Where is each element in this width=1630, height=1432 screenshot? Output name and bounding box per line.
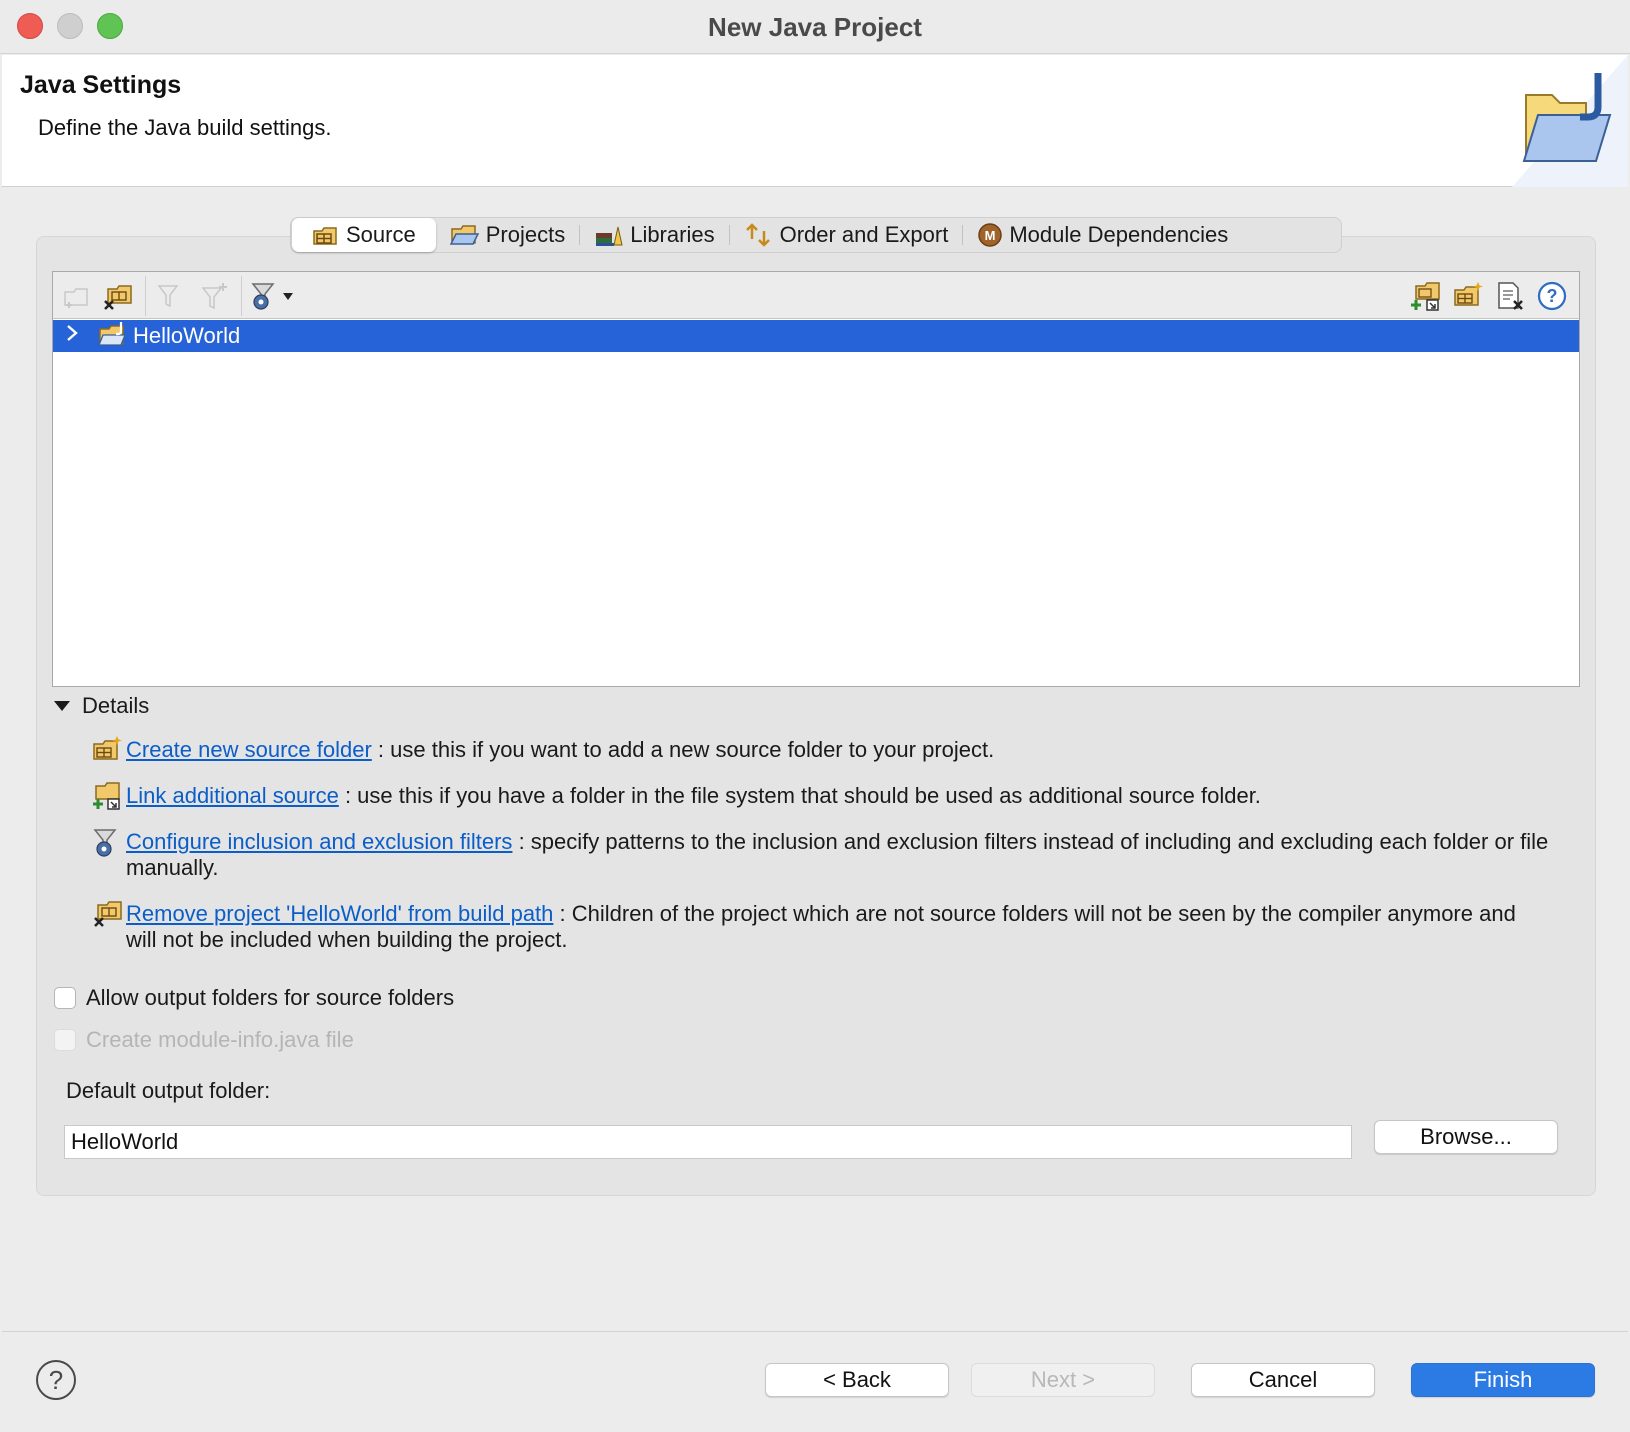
detail-remove-project: Remove project 'HelloWorld' from build p… <box>92 901 1552 953</box>
wizard-banner: Java Settings Define the Java build sett… <box>2 55 1628 187</box>
add-folder-disabled-icon[interactable] <box>59 280 93 312</box>
output-folder-input[interactable] <box>64 1125 1352 1159</box>
create-source-folder-link[interactable]: Create new source folder <box>126 737 372 762</box>
tab-libraries[interactable]: Libraries <box>580 218 728 252</box>
checkbox-box <box>54 1029 76 1051</box>
filter-disabled-icon[interactable] <box>153 280 187 312</box>
detail-text: Create new source folder : use this if y… <box>126 737 1552 769</box>
tab-source[interactable]: Source <box>292 218 436 252</box>
configure-filters-icon <box>92 827 126 881</box>
footer-divider <box>2 1331 1628 1332</box>
details-heading: Details <box>82 693 150 718</box>
tab-label: Projects <box>485 222 566 247</box>
libraries-icon <box>596 226 623 246</box>
tree-item-label: HelloWorld <box>133 323 241 348</box>
link-source-icon[interactable] <box>1409 280 1443 312</box>
help-icon[interactable]: ? <box>1535 280 1569 312</box>
tab-label: Source <box>346 222 416 247</box>
source-tree: ? HelloWorld <box>52 271 1580 687</box>
checkbox-box[interactable] <box>54 987 76 1009</box>
order-export-icon <box>745 223 770 247</box>
help-icon[interactable]: ? <box>36 1360 76 1400</box>
detail-link-source: Link additional source : use this if you… <box>92 781 1552 817</box>
new-source-folder-icon <box>92 735 126 769</box>
browse-button[interactable]: Browse... <box>1374 1120 1558 1154</box>
dialog-window: New Java Project Java Settings Define th… <box>0 0 1630 1432</box>
detail-description: : use this if you have a folder in the f… <box>344 783 1261 808</box>
page-title: Java Settings <box>20 71 182 99</box>
configure-filters-link[interactable]: Configure inclusion and exclusion filter… <box>126 829 512 854</box>
detail-text: Remove project 'HelloWorld' from build p… <box>126 901 1552 953</box>
detail-create-source-folder: Create new source folder : use this if y… <box>92 735 1552 769</box>
toolbar-separator <box>241 276 242 316</box>
remove-project-link[interactable]: Remove project 'HelloWorld' from build p… <box>126 901 553 926</box>
source-folder-icon <box>313 227 337 245</box>
java-project-folder-icon <box>1488 55 1628 187</box>
detail-text: Configure inclusion and exclusion filter… <box>126 829 1552 881</box>
details-toggle[interactable]: Details <box>54 693 149 719</box>
tab-label: Libraries <box>630 222 715 247</box>
link-source-icon <box>92 781 126 817</box>
svg-text:M: M <box>985 228 996 243</box>
checkbox-label: Allow output folders for source folders <box>86 985 455 1010</box>
tab-order-export[interactable]: Order and Export <box>730 218 963 252</box>
cancel-button[interactable]: Cancel <box>1191 1363 1375 1397</box>
output-folder-label: Default output folder: <box>66 1078 271 1103</box>
module-icon: M <box>978 223 1003 247</box>
tab-bar: Source Projects Libraries Order and Expo… <box>290 217 1342 253</box>
title-bar: New Java Project <box>0 0 1630 54</box>
tab-projects[interactable]: Projects <box>436 218 579 252</box>
create-module-info-checkbox: Create module-info.java file <box>54 1027 354 1053</box>
remove-entry-icon[interactable] <box>1493 280 1527 312</box>
finish-button[interactable]: Finish <box>1411 1363 1595 1397</box>
dropdown-arrow-icon[interactable] <box>279 280 297 312</box>
next-button: Next > <box>971 1363 1155 1397</box>
remove-from-build-path-icon[interactable] <box>101 280 135 312</box>
page-description: Define the Java build settings. <box>38 115 332 140</box>
remove-from-build-path-icon <box>92 899 126 953</box>
tab-label: Order and Export <box>779 222 949 247</box>
java-project-icon <box>97 320 129 353</box>
collapse-triangle-icon <box>54 701 70 711</box>
detail-configure-filters: Configure inclusion and exclusion filter… <box>92 829 1552 881</box>
configure-filters-icon[interactable] <box>247 280 281 312</box>
detail-description: : use this if you want to add a new sour… <box>377 737 995 762</box>
svg-text:?: ? <box>1547 286 1558 306</box>
tree-toolbar: ? <box>53 272 1579 319</box>
detail-text: Link additional source : use this if you… <box>126 783 1552 817</box>
filter-add-disabled-icon[interactable] <box>197 280 231 312</box>
allow-output-folders-checkbox[interactable]: Allow output folders for source folders <box>54 985 454 1011</box>
tab-module-dependencies[interactable]: M Module Dependencies <box>963 218 1242 252</box>
new-source-folder-icon[interactable] <box>1451 280 1485 312</box>
expand-chevron-icon[interactable] <box>65 324 85 348</box>
back-button[interactable]: < Back <box>765 1363 949 1397</box>
tree-item-helloworld[interactable]: HelloWorld <box>53 320 1579 352</box>
toolbar-separator <box>145 276 146 316</box>
checkbox-label: Create module-info.java file <box>86 1027 354 1052</box>
window-title: New Java Project <box>708 12 922 42</box>
link-additional-source-link[interactable]: Link additional source <box>126 783 339 808</box>
projects-icon <box>449 225 479 245</box>
tab-label: Module Dependencies <box>1009 222 1229 247</box>
